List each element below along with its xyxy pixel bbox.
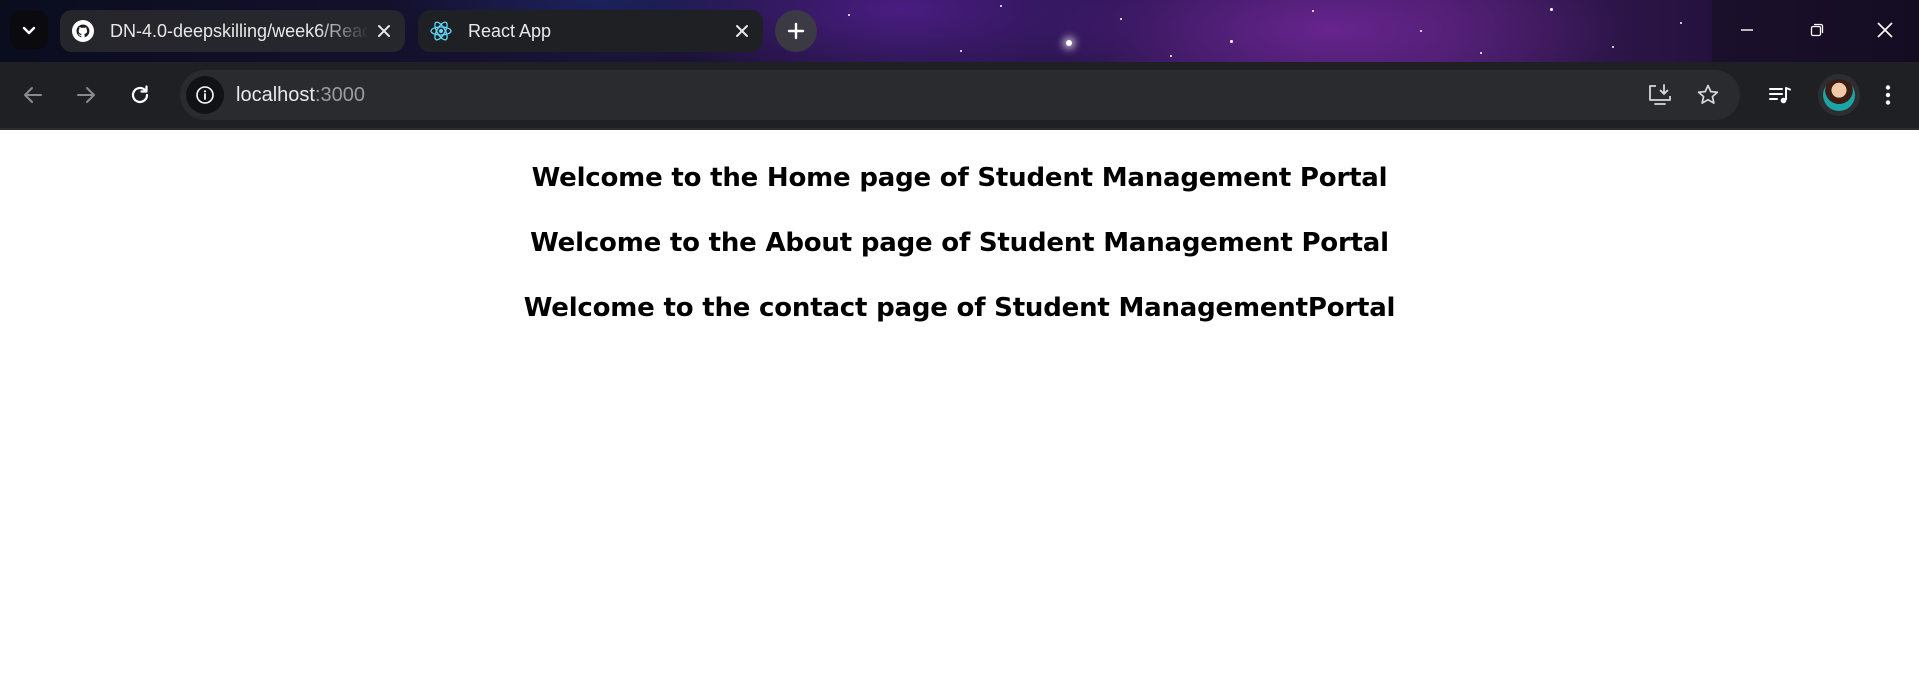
close-tab-icon[interactable] [727, 16, 757, 46]
close-icon [1877, 22, 1893, 38]
star-decoration [1612, 46, 1614, 48]
star-decoration [1420, 30, 1422, 32]
star-decoration [1480, 52, 1482, 54]
star-decoration [960, 50, 962, 52]
url-host: localhost [236, 84, 315, 106]
playlist-music-icon [1769, 87, 1791, 104]
forward-button[interactable] [66, 75, 106, 115]
reload-icon [131, 85, 149, 104]
browser-menu-button[interactable] [1868, 75, 1908, 115]
star-icon [1697, 84, 1719, 104]
url-port: :3000 [314, 84, 365, 106]
install-app-button[interactable] [1640, 75, 1680, 115]
arrow-right-icon [77, 87, 95, 103]
close-window-button[interactable] [1850, 0, 1919, 60]
restore-icon [1810, 23, 1824, 37]
plus-icon [787, 22, 805, 40]
tab-react-app[interactable]: React App [418, 10, 763, 52]
tab-title: DN-4.0-deepskilling/week6/React [110, 20, 369, 41]
media-controls-button[interactable] [1760, 75, 1800, 115]
profile-avatar[interactable] [1818, 74, 1860, 116]
close-tab-icon[interactable] [369, 16, 399, 46]
contact-heading: Welcome to the contact page of Student M… [523, 293, 1396, 323]
star-decoration [1550, 8, 1553, 11]
about-heading: Welcome to the About page of Student Man… [530, 228, 1389, 258]
browser-toolbar: localhost:3000 [0, 62, 1919, 130]
back-button[interactable] [13, 75, 53, 115]
star-decoration [848, 14, 850, 16]
chevron-down-icon [22, 26, 36, 35]
star-decoration [1000, 5, 1002, 7]
avatar-image [1823, 79, 1855, 111]
address-bar[interactable]: localhost:3000 [180, 70, 1740, 120]
reload-button[interactable] [120, 75, 160, 115]
github-icon [70, 18, 96, 44]
tab-strip: DN-4.0-deepskilling/week6/React React Ap… [0, 0, 1919, 62]
info-icon [196, 86, 214, 104]
minimize-icon [1741, 29, 1753, 31]
url-text: localhost:3000 [236, 70, 365, 120]
minimize-button[interactable] [1712, 0, 1782, 60]
page-content: Welcome to the Home page of Student Mana… [0, 130, 1919, 694]
restore-button[interactable] [1782, 0, 1852, 60]
tab-title: React App [468, 20, 552, 41]
install-icon [1649, 84, 1671, 105]
tab-search-button[interactable] [10, 11, 48, 49]
arrow-left-icon [24, 87, 42, 103]
site-info-button[interactable] [186, 76, 224, 114]
bookmark-button[interactable] [1688, 75, 1728, 115]
home-heading: Welcome to the Home page of Student Mana… [531, 163, 1388, 193]
star-decoration [1312, 10, 1314, 12]
star-decoration [1120, 18, 1122, 20]
star-decoration [1680, 22, 1682, 24]
react-icon [428, 18, 454, 44]
star-decoration [1170, 55, 1172, 57]
tab-github[interactable]: DN-4.0-deepskilling/week6/React [60, 10, 405, 52]
star-decoration [1066, 40, 1072, 46]
new-tab-button[interactable] [775, 10, 817, 52]
star-decoration [1230, 40, 1233, 43]
more-vertical-icon [1885, 85, 1891, 105]
